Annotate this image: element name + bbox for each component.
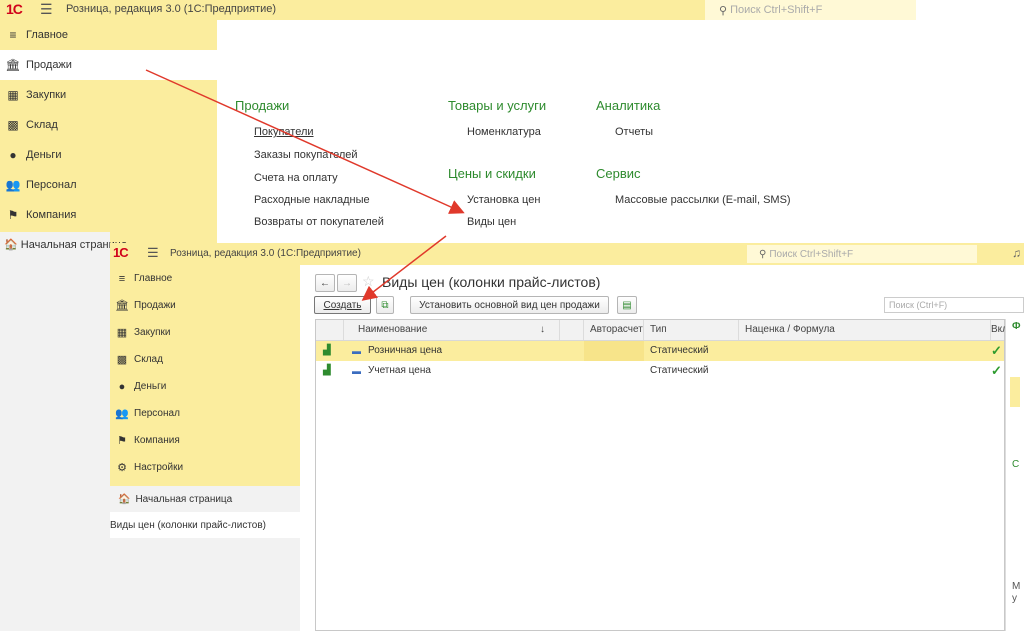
annotation-arrows xyxy=(145,69,465,301)
arrow-to-create-button xyxy=(361,235,447,301)
arrow-to-price-types xyxy=(145,69,465,214)
